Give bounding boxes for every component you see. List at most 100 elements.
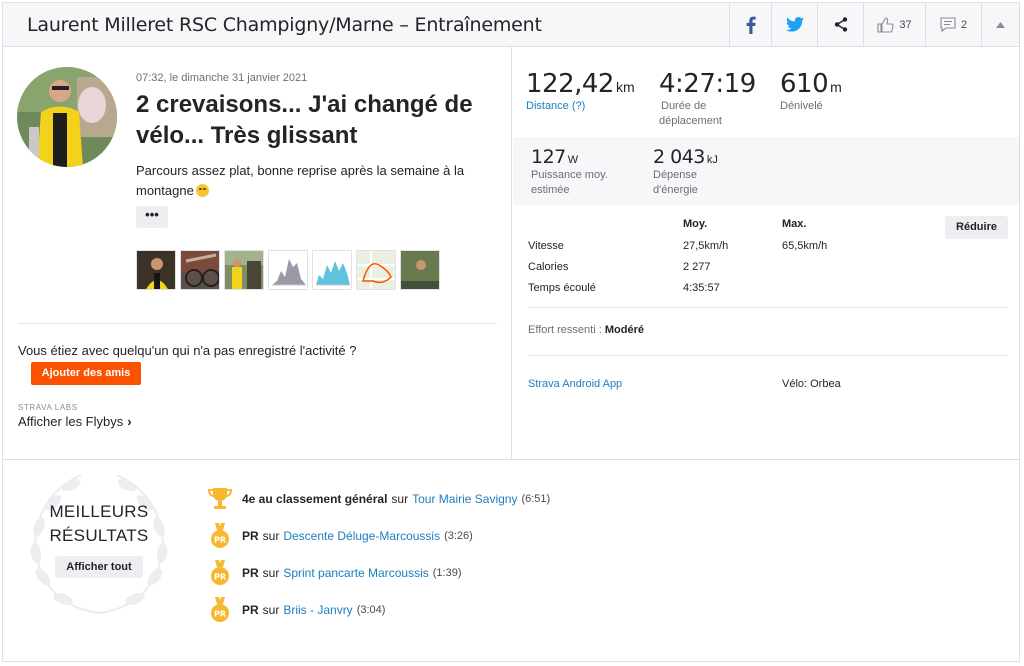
- collapse-stats-button[interactable]: Réduire: [945, 216, 1008, 239]
- activity-page: Laurent Milleret RSC Champigny/Marne – E…: [2, 2, 1020, 662]
- photo-thumbnail[interactable]: [312, 250, 352, 290]
- achievement-sur: sur: [262, 566, 280, 580]
- pr-medal-icon: PR: [211, 523, 229, 548]
- effort-label: Effort ressenti :: [528, 324, 602, 336]
- best-title-line2: RÉSULTATS: [49, 526, 149, 545]
- achievement-rank: PR: [242, 529, 259, 543]
- activity-summary: 07:32, le dimanche 31 janvier 2021 2 cre…: [3, 47, 512, 459]
- photo-thumbnail[interactable]: [180, 250, 220, 290]
- photo-thumbnail[interactable]: [400, 250, 440, 290]
- distance-label[interactable]: Distance (?): [526, 99, 635, 114]
- kudos-button[interactable]: 37: [863, 3, 925, 46]
- bike-info: Vélo: Orbea: [782, 378, 841, 390]
- distance-value: 122,42: [526, 69, 614, 99]
- chevron-right-icon: ›: [127, 414, 132, 429]
- trophy-icon: [208, 488, 232, 509]
- svg-text:PR: PR: [214, 610, 226, 619]
- photo-thumbnail[interactable]: [356, 250, 396, 290]
- row-label-speed: Vitesse: [528, 240, 564, 252]
- power-unit: W: [567, 154, 579, 166]
- comments-button[interactable]: 2: [925, 3, 981, 46]
- more-options-button[interactable]: •••: [136, 206, 168, 228]
- energy-unit: kJ: [706, 154, 718, 166]
- speed-avg: 27,5km/h: [683, 240, 729, 252]
- col-header-avg: Moy.: [683, 218, 708, 230]
- perceived-effort: Effort ressenti : Modéré: [528, 324, 644, 336]
- activity-header: Laurent Milleret RSC Champigny/Marne – E…: [3, 3, 1019, 47]
- achievement-item: PR PR sur Sprint pancarte Marcoussis (1:…: [208, 560, 462, 586]
- moving-time-stat: 4:27:19 Durée de déplacement: [659, 69, 756, 129]
- secondary-stats-band: 127 W Puissance moy. estimée 2 043 kJ Dépe…: [513, 137, 1019, 205]
- pr-medal-icon: PR: [211, 597, 229, 622]
- power-label-line2: estimée: [531, 184, 570, 196]
- best-title-line1: MEILLEURS: [49, 502, 149, 521]
- achievement-rank: PR: [242, 603, 259, 617]
- best-results-section: MEILLEURS RÉSULTATS Afficher tout 4e au …: [3, 459, 1019, 663]
- achievement-item: 4e au classement général sur Tour Mairie…: [208, 486, 550, 512]
- caret-up-icon: [996, 21, 1005, 28]
- energy-label-line2: d'énergie: [653, 184, 698, 196]
- see-all-results-button[interactable]: Afficher tout: [55, 556, 143, 578]
- calories-avg: 2 277: [683, 261, 711, 273]
- flybys-link[interactable]: Afficher les Flybys ›: [18, 414, 132, 429]
- divider: [18, 323, 497, 324]
- share-icon: [834, 17, 847, 32]
- energy-value: 2 043: [653, 146, 705, 168]
- segment-link[interactable]: Tour Mairie Savigny: [412, 492, 517, 506]
- achievement-rank: PR: [242, 566, 259, 580]
- segment-time: (3:04): [356, 604, 386, 616]
- elevation-label: Dénivelé: [780, 100, 823, 112]
- facebook-share-button[interactable]: [729, 3, 771, 46]
- achievement-sur: sur: [391, 492, 409, 506]
- thumbs-up-icon: [877, 16, 894, 33]
- kudos-count: 37: [899, 18, 912, 31]
- moving-time-label-line2: déplacement: [659, 115, 722, 127]
- facebook-icon: [746, 16, 756, 34]
- achievement-item: PR PR sur Descente Déluge-Marcoussis (3:…: [208, 523, 473, 549]
- power-value: 127: [531, 146, 566, 168]
- energy-label-line1: Dépense: [653, 169, 698, 181]
- power-stat: 127 W Puissance moy. estimée: [531, 146, 608, 198]
- segment-link[interactable]: Sprint pancarte Marcoussis: [283, 566, 428, 580]
- svg-text:PR: PR: [214, 536, 226, 545]
- activity-description: Parcours assez plat, bonne reprise après…: [136, 161, 501, 201]
- best-results-title: MEILLEURS RÉSULTATS: [39, 500, 159, 548]
- elevation-stat: 610 m Dénivelé: [780, 69, 842, 114]
- elapsed-avg: 4:35:57: [683, 282, 720, 294]
- description-text: Parcours assez plat, bonne reprise après…: [136, 163, 465, 198]
- photo-thumbnail[interactable]: [136, 250, 176, 290]
- twitter-share-button[interactable]: [771, 3, 817, 46]
- device-app-link[interactable]: Strava Android App: [528, 378, 622, 390]
- collapse-button[interactable]: [981, 3, 1019, 46]
- moving-time-value: 4:27:19: [659, 69, 756, 99]
- activity-title: 2 crevaisons... J'ai changé de vélo... T…: [136, 91, 473, 149]
- avatar[interactable]: [17, 67, 117, 167]
- photo-thumbnail[interactable]: [224, 250, 264, 290]
- effort-value: Modéré: [604, 324, 644, 336]
- comment-icon: [940, 17, 956, 32]
- achievement-sur: sur: [262, 529, 280, 543]
- segment-link[interactable]: Briis - Janvry: [283, 603, 352, 617]
- distance-stat: 122,42 km Distance (?): [526, 69, 635, 114]
- distance-unit: km: [615, 79, 635, 95]
- pr-medal-icon: PR: [211, 560, 229, 585]
- divider: [528, 355, 1008, 356]
- segment-time: (6:51): [521, 493, 551, 505]
- segment-time: (3:26): [444, 530, 473, 542]
- speed-max: 65,5km/h: [782, 240, 828, 252]
- svg-text:PR: PR: [214, 573, 226, 582]
- share-button[interactable]: [817, 3, 863, 46]
- row-label-elapsed: Temps écoulé: [528, 282, 596, 294]
- smile-emoji-icon: [195, 184, 209, 197]
- athlete-photo: [17, 67, 117, 167]
- achievement-rank: 4e au classement général: [242, 492, 388, 506]
- strava-labs-label: STRAVA LABS: [18, 403, 78, 412]
- photo-thumbnail[interactable]: [268, 250, 308, 290]
- power-label-line1: Puissance moy.: [531, 169, 608, 181]
- page-title: Laurent Milleret RSC Champigny/Marne – E…: [27, 14, 542, 36]
- activity-timestamp: 07:32, le dimanche 31 janvier 2021: [136, 72, 308, 84]
- twitter-icon: [785, 17, 804, 32]
- elevation-unit: m: [830, 79, 842, 95]
- add-friends-button[interactable]: Ajouter des amis: [31, 362, 141, 385]
- segment-link[interactable]: Descente Déluge-Marcoussis: [283, 529, 440, 543]
